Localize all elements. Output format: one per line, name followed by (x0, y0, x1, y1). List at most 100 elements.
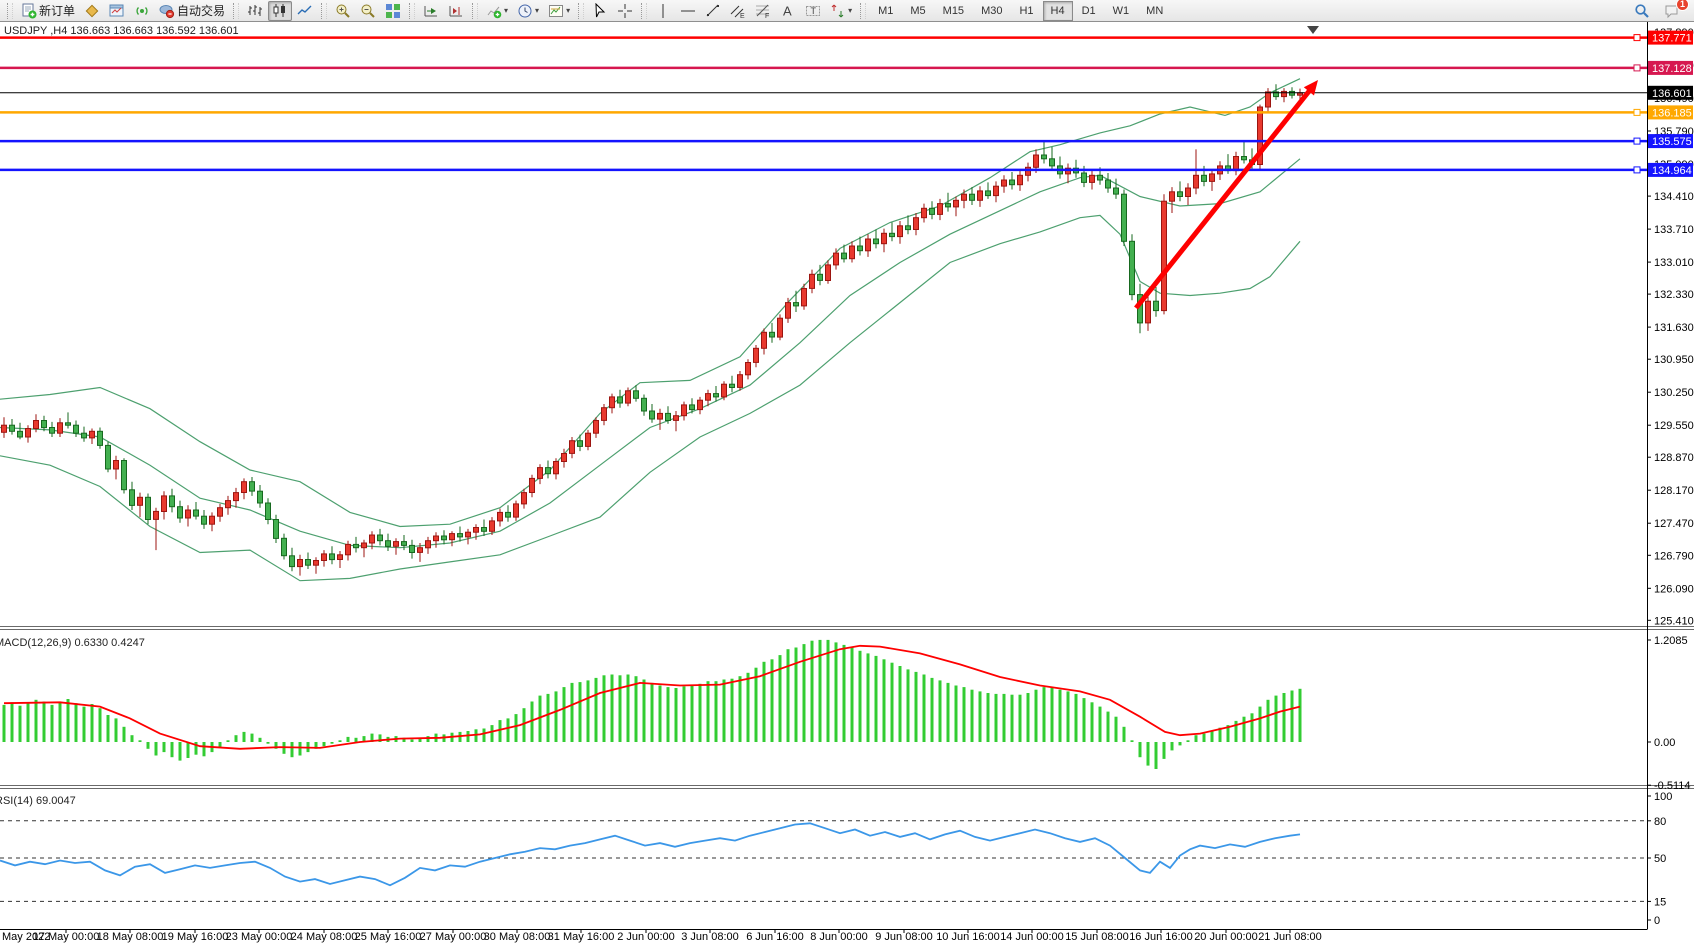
cursor-tool-button[interactable] (588, 1, 612, 21)
periods-button[interactable]: ▾ (513, 1, 543, 21)
notification-badge: 1 (1676, 0, 1689, 11)
zoom-in-button[interactable] (331, 1, 355, 21)
timeframe-mn-button[interactable]: MN (1138, 1, 1171, 21)
indicators-button[interactable]: ▾ (482, 1, 512, 21)
price-line-handle (1634, 109, 1640, 115)
price-tick-label: 126.790 (1654, 550, 1694, 562)
bar-chart-button[interactable] (243, 1, 267, 21)
template-icon (548, 3, 564, 19)
time-axis-label: 27 May 00:00 (420, 931, 487, 943)
time-axis-label: 31 May 16:00 (548, 931, 615, 943)
svg-text:F: F (765, 13, 769, 19)
text-tool-button[interactable]: A (776, 1, 800, 21)
toolbar-separator (860, 3, 866, 19)
toolbar-separator (641, 3, 647, 19)
vertical-line-tool-button[interactable] (651, 1, 675, 21)
time-axis-label: 23 May 00:00 (226, 931, 293, 943)
equidistant-channel-tool-button[interactable]: E (726, 1, 750, 21)
toolbar: 新订单自动交易▾▾▾EFAT▾M1M5M15M30H1H4D1W1MN1 (0, 0, 1694, 22)
line-icon (297, 3, 313, 19)
timeframe-m1-button[interactable]: M1 (870, 1, 901, 21)
vline-icon (655, 3, 671, 19)
arrows-tool-button[interactable]: ▾ (826, 1, 856, 21)
trendline-tool-button[interactable] (701, 1, 725, 21)
svg-text:E: E (740, 13, 745, 19)
indicators-icon (486, 3, 502, 19)
price-tick-label: 129.550 (1654, 420, 1694, 432)
price-tick-label: 125.410 (1654, 615, 1694, 627)
price-tick-label: 126.090 (1654, 583, 1694, 595)
auto-trading-button-label: 自动交易 (177, 2, 225, 19)
chart-window-button[interactable] (105, 1, 129, 21)
crosshair-tool-button[interactable] (613, 1, 637, 21)
timeframe-h1-button[interactable]: H1 (1011, 1, 1041, 21)
tline-icon (705, 3, 721, 19)
horizontal-line-tool-button[interactable] (676, 1, 700, 21)
chart-window: USDJPY ,H4 136.663 136.663 136.592 136.6… (0, 22, 1694, 943)
candlestick-chart-button[interactable] (268, 1, 292, 21)
new-order-button-label: 新订单 (39, 2, 75, 19)
auto-trading-button[interactable]: 自动交易 (155, 1, 229, 21)
rsi-tick-label: 80 (1654, 816, 1666, 828)
timeframe-m5-button[interactable]: M5 (902, 1, 933, 21)
auto-scroll-button[interactable] (419, 1, 443, 21)
price-tick-label: 133.010 (1654, 257, 1694, 269)
time-axis-label: 21 Jun 08:00 (1258, 931, 1322, 943)
chart-shift-button[interactable] (444, 1, 468, 21)
macd-tick-label: 1.2085 (1654, 635, 1688, 647)
toolbar-grip (7, 3, 13, 19)
price-tick-label: 128.870 (1654, 452, 1694, 464)
rsi-tick-label: 50 (1654, 853, 1666, 865)
notifications-button[interactable]: 1 (1660, 1, 1684, 21)
tile-windows-button[interactable] (381, 1, 405, 21)
bars-icon (247, 3, 263, 19)
templates-button[interactable]: ▾ (544, 1, 574, 21)
candles-icon (272, 3, 288, 19)
crosshair-icon (617, 3, 633, 19)
chart-canvas[interactable]: USDJPY ,H4 136.663 136.663 136.592 136.6… (0, 22, 1694, 943)
zoom-out-button[interactable] (356, 1, 380, 21)
time-axis-label: 2 Jun 00:00 (617, 931, 675, 943)
rsi-indicator-label: RSI(14) 69.0047 (0, 795, 76, 807)
macd-indicator-label: MACD(12,26,9) 0.6330 0.4247 (0, 637, 145, 649)
signal-icon (134, 3, 150, 19)
new-order-button[interactable]: 新订单 (17, 1, 79, 21)
time-axis-label: 25 May 16:00 (355, 931, 422, 943)
scroll-icon (423, 3, 439, 19)
price-line-badge-label: 136.185 (1652, 107, 1692, 119)
price-tick-label: 133.710 (1654, 224, 1694, 236)
search-button[interactable] (1630, 1, 1654, 21)
time-axis-label: 9 Jun 08:00 (875, 931, 933, 943)
toolbar-separator (409, 3, 415, 19)
time-axis-label: 24 May 08:00 (291, 931, 358, 943)
text-label-tool-button[interactable]: T (801, 1, 825, 21)
line-chart-button[interactable] (293, 1, 317, 21)
timeframe-d1-button[interactable]: D1 (1074, 1, 1104, 21)
toolbar-right-group: 1 (1630, 1, 1690, 21)
market-depth-button[interactable] (80, 1, 104, 21)
signals-button[interactable] (130, 1, 154, 21)
trend-arrow-line (1136, 86, 1313, 308)
channel-icon: E (730, 3, 746, 19)
macd-histogram (3, 640, 1302, 769)
zoom-in-icon (335, 3, 351, 19)
bollinger-upper-band (0, 79, 1300, 527)
chevron-down-icon: ▾ (566, 7, 570, 15)
timeframe-m30-button[interactable]: M30 (973, 1, 1010, 21)
timeframe-w1-button[interactable]: W1 (1105, 1, 1138, 21)
timeframe-h4-button[interactable]: H4 (1043, 1, 1073, 21)
time-axis-label: 30 May 08:00 (484, 931, 551, 943)
time-axis-label: 15 Jun 08:00 (1065, 931, 1129, 943)
price-line-handle (1634, 65, 1640, 71)
fibonacci-tool-button[interactable]: F (751, 1, 775, 21)
timeframe-m15-button[interactable]: M15 (935, 1, 972, 21)
bollinger-lower-band (0, 215, 1300, 580)
clock-icon (517, 3, 533, 19)
cursor-icon (592, 3, 608, 19)
svg-text:A: A (783, 3, 792, 18)
macd-tick-label: 0.00 (1654, 737, 1675, 749)
price-line-handle (1634, 167, 1640, 173)
time-axis-label: 16 Jun 16:00 (1129, 931, 1193, 943)
time-axis-label: 17 May 00:00 (33, 931, 100, 943)
price-tick-label: 130.250 (1654, 387, 1694, 399)
